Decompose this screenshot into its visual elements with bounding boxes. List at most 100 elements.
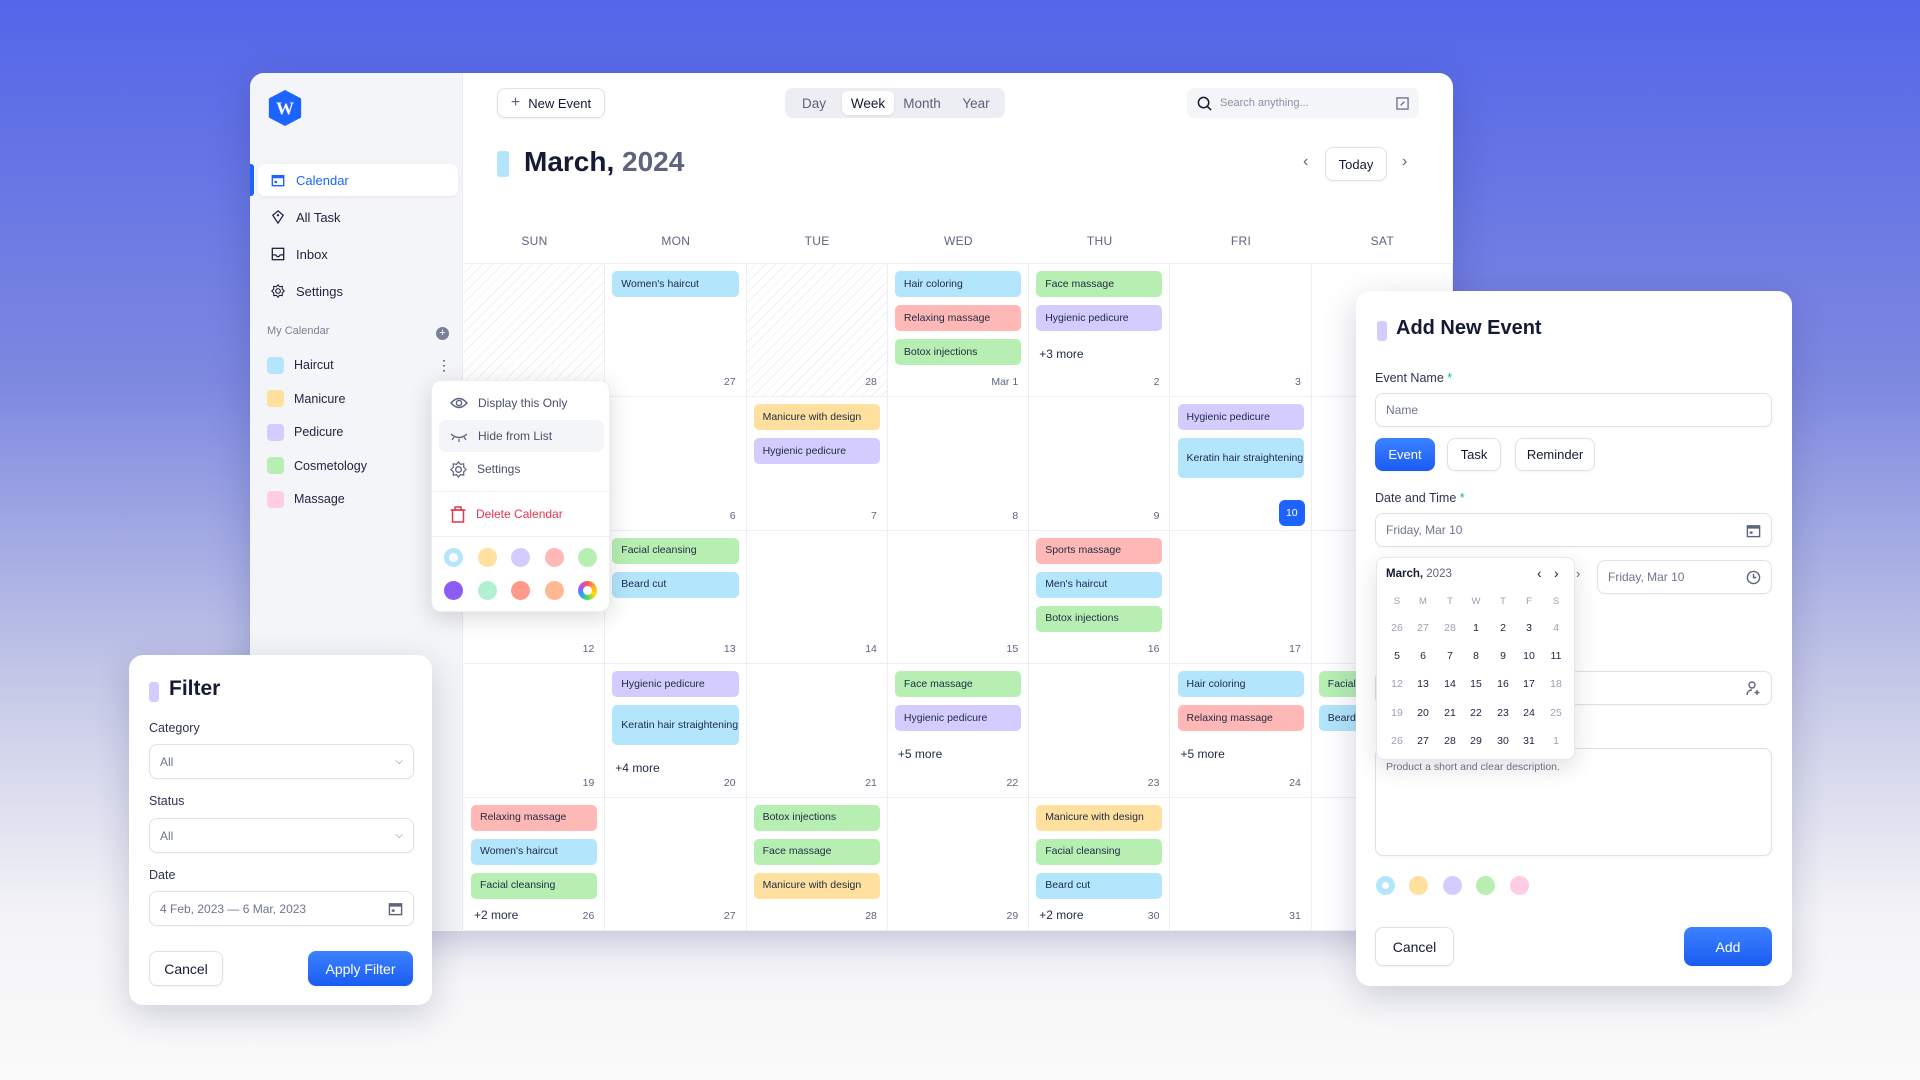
event-chip[interactable]: Relaxing massage (1177, 705, 1304, 732)
color-option[interactable] (444, 548, 463, 567)
picker-day[interactable]: 10 (1517, 650, 1541, 662)
picker-day[interactable]: 27 (1411, 735, 1435, 747)
tab-week[interactable]: Week (842, 91, 894, 115)
day-cell[interactable]: Hair coloring Relaxing massage Botox injec… (887, 264, 1030, 398)
picker-day[interactable]: 15 (1464, 678, 1488, 690)
event-chip[interactable]: Facial cleansing (612, 537, 739, 564)
tab-day[interactable]: Day (788, 91, 840, 115)
picker-day[interactable]: 25 (1544, 707, 1568, 719)
apply-filter-button[interactable]: Apply Filter (308, 951, 413, 986)
event-chip[interactable]: Manicure with design (753, 404, 880, 431)
more-events-link[interactable]: +5 more (898, 747, 942, 761)
date-range-input[interactable]: 4 Feb, 2023 — 6 Mar, 2023 (149, 891, 414, 926)
picker-day[interactable]: 2 (1491, 622, 1515, 634)
sidebar-item-all-task[interactable]: All Task (258, 201, 458, 233)
picker-day[interactable]: 26 (1385, 622, 1409, 634)
color-option[interactable] (511, 581, 530, 600)
day-cell[interactable]: 3 (1170, 264, 1312, 398)
add-event-button[interactable]: Add (1684, 927, 1772, 966)
event-color-option[interactable] (1409, 876, 1429, 895)
more-events-link[interactable]: +2 more (474, 908, 518, 922)
day-cell[interactable]: Face massage Hygienic pedicure +3 more 2 (1029, 264, 1171, 398)
filter-cancel-button[interactable]: Cancel (149, 951, 223, 986)
event-chip[interactable]: Botox injections (894, 339, 1022, 365)
sidebar-item-inbox[interactable]: Inbox (258, 238, 458, 270)
picker-day[interactable]: 8 (1464, 650, 1488, 662)
day-cell[interactable]: 29 (887, 797, 1030, 931)
day-cell[interactable]: Manicure with design Facial cleansing Bear… (1029, 797, 1171, 931)
picker-day[interactable]: 7 (1438, 650, 1462, 662)
prev-arrow-icon[interactable]: ‹ (1303, 153, 1308, 171)
picker-day[interactable]: 27 (1411, 622, 1435, 634)
start-date-input[interactable]: Friday, Mar 10 (1375, 513, 1772, 547)
type-event-button[interactable]: Event (1375, 438, 1435, 471)
picker-day[interactable]: 11 (1544, 650, 1568, 662)
event-chip[interactable]: Hair coloring (1177, 671, 1304, 698)
sidebar-item-calendar[interactable]: Calendar (258, 164, 458, 196)
day-cell[interactable]: 17 (1170, 530, 1312, 665)
day-cell[interactable]: Relaxing massage Women's haircut Facial cl… (464, 797, 606, 931)
picker-day[interactable]: 26 (1385, 735, 1409, 747)
day-cell[interactable]: Manicure with design Hygienic pedicure 7 (746, 397, 888, 531)
day-cell[interactable]: Face massage Hygienic pedicure +5 more 22 (887, 664, 1030, 798)
category-select[interactable]: All ⌵ (149, 744, 414, 779)
day-cell[interactable]: Hygienic pedicure Keratin hair straighten… (605, 664, 747, 798)
calendar-item-pedicure[interactable]: Pedicure (267, 422, 343, 442)
day-cell[interactable]: Sports massage Men's haircut Botox injecti… (1029, 530, 1171, 665)
picker-day[interactable]: 5 (1385, 650, 1409, 662)
tab-month[interactable]: Month (896, 91, 948, 115)
color-option[interactable] (511, 548, 530, 567)
day-cell[interactable]: Hair coloring Relaxing massage +5 more 24 (1170, 664, 1312, 798)
more-events-link[interactable]: +3 more (1039, 347, 1083, 361)
add-calendar-icon[interactable]: + (436, 327, 449, 340)
calendar-item-massage[interactable]: Massage (267, 489, 345, 509)
clock-icon[interactable] (1746, 570, 1761, 585)
day-cell[interactable]: Botox injections Face massage Manicure wit… (746, 797, 888, 931)
event-chip[interactable]: Hair coloring (894, 271, 1022, 297)
picker-day[interactable]: 13 (1411, 678, 1435, 690)
day-cell[interactable]: 31 (1170, 797, 1312, 931)
next-arrow-icon[interactable]: › (1402, 153, 1407, 171)
event-color-option[interactable] (1376, 876, 1395, 895)
picker-day[interactable]: 20 (1411, 707, 1435, 719)
picker-day[interactable]: 1 (1464, 622, 1488, 634)
day-cell[interactable]: Facial cleansing Beard cut 13 (605, 530, 747, 665)
picker-day[interactable]: 22 (1464, 707, 1488, 719)
picker-day[interactable]: 28 (1438, 622, 1462, 634)
sidebar-item-settings[interactable]: Settings (258, 275, 458, 307)
picker-day[interactable]: 31 (1517, 735, 1541, 747)
menu-item-settings[interactable]: Settings (439, 453, 604, 485)
event-chip[interactable]: Botox injections (753, 804, 880, 831)
search-input[interactable]: Search anything... (1220, 97, 1388, 109)
description-textarea[interactable]: Product a short and clear description. (1375, 748, 1772, 856)
event-chip[interactable]: Men's haircut (1036, 571, 1163, 598)
event-chip[interactable]: Botox injections (1036, 605, 1163, 632)
day-cell[interactable]: 6 (605, 397, 747, 531)
event-chip[interactable]: Hygienic pedicure (1036, 305, 1163, 331)
new-event-button[interactable]: + New Event (497, 88, 605, 118)
event-chip[interactable]: Women's haircut (471, 838, 598, 865)
picker-day[interactable]: 17 (1517, 678, 1541, 690)
event-chip[interactable]: Hygienic pedicure (753, 438, 880, 465)
event-chip[interactable]: Relaxing massage (471, 804, 598, 831)
menu-item-display-only[interactable]: Display this Only (439, 387, 604, 419)
event-chip[interactable]: Hygienic pedicure (1177, 404, 1304, 431)
event-color-option[interactable] (1442, 876, 1462, 895)
event-chip[interactable]: Beard cut (1036, 872, 1163, 899)
type-reminder-button[interactable]: Reminder (1515, 438, 1595, 471)
picker-day[interactable]: 24 (1517, 707, 1541, 719)
picker-day[interactable]: 28 (1438, 735, 1462, 747)
picker-day[interactable]: 1 (1544, 735, 1568, 747)
more-vertical-icon[interactable]: ⋮ (437, 358, 451, 372)
picker-day[interactable]: 9 (1491, 650, 1515, 662)
color-option[interactable] (444, 581, 463, 600)
search-bar[interactable]: Search anything... (1187, 88, 1419, 118)
today-button[interactable]: Today (1325, 147, 1387, 181)
event-chip[interactable]: Sports massage (1036, 537, 1163, 564)
event-chip[interactable]: Face massage (894, 671, 1022, 698)
more-events-link[interactable]: +4 more (615, 761, 659, 775)
user-plus-icon[interactable] (1745, 680, 1761, 696)
event-name-input[interactable]: Name (1375, 393, 1772, 427)
color-option[interactable] (477, 548, 497, 567)
day-cell[interactable]: 23 (1029, 664, 1171, 798)
